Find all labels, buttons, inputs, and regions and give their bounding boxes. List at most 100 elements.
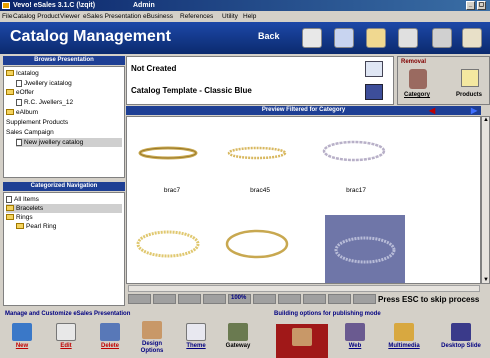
delete-icon bbox=[100, 323, 120, 341]
app-icon bbox=[2, 2, 10, 9]
menu-file[interactable]: File bbox=[2, 11, 12, 22]
menu-bar: File Catalog Product Viewer eSales Prese… bbox=[0, 11, 490, 22]
tree-item[interactable]: eAlbum bbox=[6, 108, 38, 117]
image-caption: brac45 bbox=[250, 187, 270, 194]
bracelet-image bbox=[334, 236, 396, 264]
window-user: Admin bbox=[133, 2, 155, 9]
selected-image-highlight[interactable] bbox=[325, 215, 405, 283]
preview-area: brac7 brac45 brac17 bbox=[126, 116, 481, 284]
multimedia-button[interactable]: Multimedia bbox=[384, 323, 424, 349]
folder-icon bbox=[6, 214, 14, 221]
menu-references[interactable]: References bbox=[180, 11, 213, 22]
browse-tree: Icatalog Jwellery icatalog eOffer R.C. J… bbox=[3, 66, 125, 178]
design-options-button[interactable]: Design Options bbox=[135, 321, 169, 355]
scroll-up-icon[interactable]: ▲ bbox=[483, 117, 489, 123]
layout-icon[interactable] bbox=[365, 61, 383, 77]
preview-vertical-scrollbar[interactable]: ▲ ▼ bbox=[481, 116, 490, 284]
maximize-button[interactable]: ▢ bbox=[477, 1, 486, 10]
tree-item-selected[interactable]: Bracelets bbox=[6, 204, 122, 213]
bracelet-image[interactable] bbox=[222, 224, 292, 264]
toolbar-icon-5[interactable] bbox=[432, 28, 452, 48]
status-text: Not Created bbox=[131, 64, 177, 73]
scroll-down-icon[interactable]: ▼ bbox=[483, 277, 489, 283]
tree-item-selected[interactable]: New jwellery catalog bbox=[16, 138, 122, 147]
prev-arrow-icon[interactable]: ◀ bbox=[429, 106, 435, 115]
menu-catalog-product[interactable]: Catalog Product bbox=[13, 11, 60, 22]
bracelet-image[interactable] bbox=[133, 133, 203, 173]
preview-horizontal-scrollbar[interactable] bbox=[128, 285, 480, 292]
left-panel: Browse Presentation Icatalog Jwellery ic… bbox=[3, 56, 125, 306]
bracelet-image[interactable] bbox=[133, 224, 203, 264]
publish-cd-button[interactable] bbox=[276, 324, 328, 358]
browse-header: Browse Presentation bbox=[3, 56, 125, 65]
theme-button[interactable]: Theme bbox=[181, 323, 211, 349]
tree-item[interactable]: R.C. Jwellers_12 bbox=[16, 98, 73, 107]
folder-icon bbox=[6, 89, 14, 96]
removal-panel: Removal Category Products bbox=[397, 56, 490, 105]
back-button[interactable]: Back bbox=[258, 31, 280, 41]
toolbar-icon-1[interactable] bbox=[302, 28, 322, 48]
customize-title: Manage and Customize eSales Presentation bbox=[5, 311, 131, 317]
preview-title: Preview Filtered for Category bbox=[261, 107, 346, 113]
tree-item[interactable]: eOffer bbox=[6, 88, 34, 97]
category-button[interactable]: Category bbox=[404, 92, 430, 98]
categorized-header: Categorized Navigation bbox=[3, 182, 125, 191]
removal-label: Removal bbox=[401, 59, 427, 65]
desktop-slide-button[interactable]: Desktop Slide bbox=[434, 323, 488, 349]
progress-percent: 100% bbox=[231, 295, 247, 301]
calendar-icon[interactable] bbox=[365, 84, 383, 100]
delete-button[interactable]: Delete bbox=[95, 323, 125, 349]
minimize-button[interactable]: _ bbox=[466, 1, 475, 10]
info-box: Not Created Catalog Template - Classic B… bbox=[126, 56, 394, 105]
template-text: Catalog Template - Classic Blue bbox=[131, 86, 252, 95]
bracelet-image[interactable] bbox=[319, 131, 389, 171]
publish-title: Building options for publishing mode bbox=[274, 311, 381, 317]
menu-ebusiness[interactable]: eBusiness bbox=[143, 11, 173, 22]
web-icon bbox=[345, 323, 365, 341]
tree-item[interactable]: All Items bbox=[6, 195, 39, 204]
customize-panel: Manage and Customize eSales Presentation… bbox=[3, 309, 268, 358]
next-arrow-icon[interactable]: ▶ bbox=[471, 106, 477, 115]
toolbar-icon-6[interactable] bbox=[462, 28, 482, 48]
tree-item[interactable]: Sales Campaign bbox=[6, 128, 54, 137]
toolbar-icon-4[interactable] bbox=[398, 28, 418, 48]
edit-button[interactable]: Edit bbox=[51, 323, 81, 349]
tree-item[interactable]: Jwellery icatalog bbox=[16, 79, 72, 88]
document-icon bbox=[16, 79, 22, 87]
toolbar-icon-3[interactable] bbox=[366, 28, 386, 48]
tree-item[interactable]: Rings bbox=[6, 213, 33, 222]
theme-icon bbox=[186, 323, 206, 341]
document-icon bbox=[6, 195, 12, 203]
new-icon bbox=[12, 323, 32, 341]
cd-icon bbox=[292, 328, 312, 346]
new-button[interactable]: New bbox=[7, 323, 37, 349]
menu-esales-presentation[interactable]: eSales Presentation bbox=[83, 11, 141, 22]
progress-bar: 100% bbox=[128, 294, 376, 304]
page-title: Catalog Management bbox=[10, 28, 171, 45]
gateway-button[interactable]: Gateway bbox=[221, 323, 255, 349]
tree-item[interactable]: Supplement Products bbox=[6, 118, 68, 127]
window-title: Vevo! eSales 3.1.C (\zqit) bbox=[13, 2, 96, 9]
image-caption: brac7 bbox=[163, 187, 181, 194]
gateway-icon bbox=[228, 323, 248, 341]
toolbar-icon-2[interactable] bbox=[334, 28, 354, 48]
products-button[interactable]: Products bbox=[456, 92, 482, 98]
web-button[interactable]: Web bbox=[340, 323, 370, 349]
products-removal-icon[interactable] bbox=[461, 69, 479, 87]
image-caption: brac17 bbox=[346, 187, 366, 194]
tree-item[interactable]: Pearl Ring bbox=[16, 222, 56, 231]
preview-header: Preview Filtered for Category ◀ ▶ bbox=[126, 106, 481, 115]
desktop-slide-icon bbox=[451, 323, 471, 341]
menu-help[interactable]: Help bbox=[243, 11, 256, 22]
document-icon bbox=[16, 98, 22, 106]
menu-utility[interactable]: Utility bbox=[222, 11, 238, 22]
menu-viewer[interactable]: Viewer bbox=[60, 11, 80, 22]
title-bar: Vevo! eSales 3.1.C (\zqit) Admin _ ▢ bbox=[0, 0, 490, 11]
header-band: Catalog Management Back bbox=[0, 22, 490, 54]
multimedia-icon bbox=[394, 323, 414, 341]
tree-item[interactable]: Icatalog bbox=[6, 69, 39, 78]
folder-icon bbox=[6, 109, 14, 116]
progress-message: Press ESC to skip process bbox=[378, 295, 480, 304]
bracelet-image[interactable] bbox=[222, 133, 292, 173]
category-removal-icon[interactable] bbox=[409, 69, 427, 89]
